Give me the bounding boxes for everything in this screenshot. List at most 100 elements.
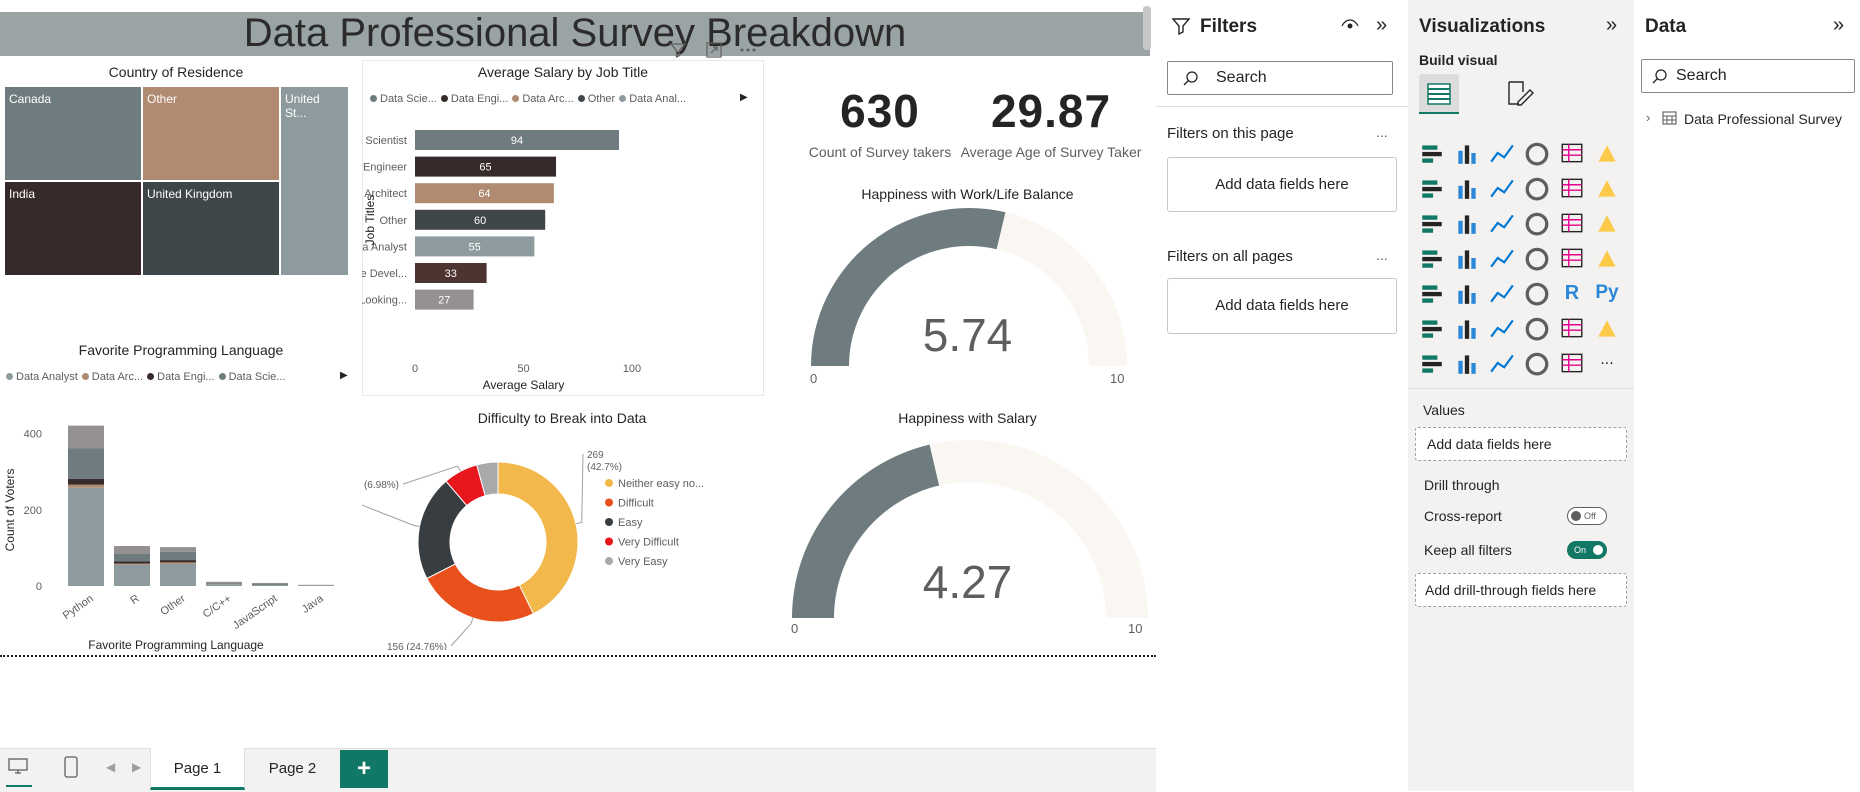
- collapse-data-icon[interactable]: »: [1833, 14, 1844, 37]
- next-page-icon[interactable]: ▶: [132, 760, 141, 774]
- filters-all-pages-more-icon[interactable]: ...: [1376, 247, 1388, 263]
- arcgis-icon[interactable]: [1489, 350, 1515, 376]
- treemap-cell-united-kingdom[interactable]: United Kingdom: [142, 181, 280, 276]
- stacked-bar-icon[interactable]: [1419, 140, 1445, 166]
- data-table-item[interactable]: › Data Professional Survey: [1646, 108, 1856, 130]
- area-chart-icon[interactable]: [1454, 175, 1480, 201]
- difficulty-donut-chart[interactable]: 269(42.7%)156 (24.76%)134(21.27%)44 (6.9…: [362, 430, 787, 650]
- language-legend-item[interactable]: Data Arc...: [78, 371, 143, 383]
- filters-search-input[interactable]: Search: [1167, 61, 1393, 95]
- 100-bar-icon[interactable]: [1559, 140, 1585, 166]
- salary-bar-chart[interactable]: Data Scientist94Data Engineer65Data Arch…: [362, 120, 764, 396]
- collapse-visualizations-icon[interactable]: »: [1606, 14, 1617, 37]
- filters-on-page-more-icon[interactable]: ...: [1376, 124, 1388, 140]
- page-filters-dropzone[interactable]: Add data fields here: [1167, 157, 1397, 212]
- clustered-bar-icon[interactable]: [1489, 140, 1515, 166]
- kpi-icon[interactable]: [1419, 280, 1445, 306]
- filter-icon[interactable]: [668, 40, 688, 65]
- data-search-input[interactable]: Search: [1641, 59, 1855, 93]
- table-icon[interactable]: [1489, 280, 1515, 306]
- python-visual-icon[interactable]: Py: [1594, 280, 1620, 306]
- focus-mode-icon[interactable]: [704, 40, 724, 65]
- decomposition-tree-icon[interactable]: [1454, 315, 1480, 341]
- country-treemap[interactable]: Canada Other United St... India United K…: [4, 86, 349, 276]
- language-legend-next-icon[interactable]: ▶: [340, 370, 348, 381]
- treemap-cell-other[interactable]: Other: [142, 86, 280, 181]
- treemap-cell-india[interactable]: India: [4, 181, 142, 276]
- salary-legend-item[interactable]: Data Arc...: [508, 93, 573, 105]
- kpi-average-age-caption: Average Age of Survey Taker: [955, 144, 1147, 160]
- 100-column-icon[interactable]: [1594, 140, 1620, 166]
- canvas-scrollbar[interactable]: [1143, 6, 1151, 50]
- scatter-icon[interactable]: [1489, 210, 1515, 236]
- tab-page-1[interactable]: Page 1: [150, 748, 245, 790]
- treemap-cell-canada[interactable]: Canada: [4, 86, 142, 181]
- stacked-column-icon[interactable]: [1454, 140, 1480, 166]
- cross-report-toggle[interactable]: Off: [1567, 507, 1607, 525]
- language-column-chart[interactable]: 0200400Count of VotersPythonROtherC/C++J…: [0, 400, 362, 658]
- key-influencers-icon[interactable]: [1419, 315, 1445, 341]
- salary-legend-item[interactable]: Data Engi...: [437, 93, 508, 105]
- get-more-visuals-icon[interactable]: [1559, 350, 1585, 376]
- powerbi-visual-icon[interactable]: [1524, 350, 1550, 376]
- power-apps-icon[interactable]: [1419, 350, 1445, 376]
- qa-icon[interactable]: [1489, 315, 1515, 341]
- waterfall-icon[interactable]: [1419, 210, 1445, 236]
- smart-narrative-icon[interactable]: [1524, 315, 1550, 341]
- desktop-view-icon[interactable]: [7, 756, 29, 781]
- language-legend-item[interactable]: Data Analyst: [2, 371, 78, 383]
- r-visual-icon[interactable]: R: [1559, 280, 1585, 306]
- format-visual-icon[interactable]: [1504, 78, 1536, 115]
- stacked-segment: [68, 485, 104, 488]
- prev-page-icon[interactable]: ◀: [106, 760, 115, 774]
- data-label-leader: [576, 454, 583, 524]
- metrics-icon[interactable]: [1559, 315, 1585, 341]
- donut-chart-icon[interactable]: [1559, 210, 1585, 236]
- treemap-icon[interactable]: [1594, 210, 1620, 236]
- language-legend-item[interactable]: Data Scie...: [215, 371, 286, 383]
- azure-map-icon[interactable]: [1489, 245, 1515, 271]
- mobile-view-icon[interactable]: [63, 755, 79, 784]
- visibility-eye-icon[interactable]: [1340, 18, 1360, 39]
- funnel-icon[interactable]: [1454, 210, 1480, 236]
- line-chart-icon[interactable]: [1419, 175, 1445, 201]
- stacked-segment: [252, 584, 288, 586]
- values-dropzone[interactable]: Add data fields here: [1415, 427, 1627, 461]
- clustered-column-icon[interactable]: [1524, 140, 1550, 166]
- salary-legend-item[interactable]: Data Anal...: [615, 93, 686, 105]
- matrix-icon[interactable]: [1524, 280, 1550, 306]
- build-visual-tab[interactable]: [1419, 74, 1459, 114]
- add-page-button[interactable]: +: [340, 750, 388, 788]
- card-icon[interactable]: [1559, 245, 1585, 271]
- legend-next-arrow-icon[interactable]: ▶: [740, 92, 748, 103]
- legend-dot: [219, 373, 226, 380]
- more-visuals-icon[interactable]: ...: [1594, 350, 1620, 376]
- salary-legend-item[interactable]: Other: [574, 93, 616, 105]
- drill-through-dropzone[interactable]: Add drill-through fields here: [1415, 573, 1627, 607]
- map-icon[interactable]: [1419, 245, 1445, 271]
- pie-chart-icon[interactable]: [1524, 210, 1550, 236]
- filled-map-icon[interactable]: [1454, 245, 1480, 271]
- multi-row-card-icon[interactable]: [1594, 245, 1620, 271]
- more-options-icon[interactable]: [738, 40, 758, 65]
- keep-filters-toggle[interactable]: On: [1567, 541, 1607, 559]
- stacked-segment: [298, 585, 334, 586]
- chevron-right-icon[interactable]: ›: [1646, 110, 1650, 125]
- stacked-area-icon[interactable]: [1489, 175, 1515, 201]
- collapse-filters-icon[interactable]: »: [1376, 14, 1387, 37]
- bar-category-label: Student/Looking...: [362, 295, 407, 307]
- paginated-report-icon[interactable]: [1594, 315, 1620, 341]
- x-axis-title: Average Salary: [483, 378, 565, 392]
- tab-page-2[interactable]: Page 2: [245, 748, 340, 790]
- salary-legend-item[interactable]: Data Scie...: [366, 93, 437, 105]
- language-legend-item[interactable]: Data Engi...: [143, 371, 214, 383]
- treemap-cell-united-states[interactable]: United St...: [280, 86, 349, 276]
- gauge-icon[interactable]: [1524, 245, 1550, 271]
- all-pages-filters-dropzone[interactable]: Add data fields here: [1167, 278, 1397, 334]
- line-clustered-column-icon[interactable]: [1559, 175, 1585, 201]
- donut-data-label: 269: [587, 450, 604, 461]
- ribbon-chart-icon[interactable]: [1594, 175, 1620, 201]
- line-column-icon[interactable]: [1524, 175, 1550, 201]
- slicer-icon[interactable]: [1454, 280, 1480, 306]
- power-automate-icon[interactable]: [1454, 350, 1480, 376]
